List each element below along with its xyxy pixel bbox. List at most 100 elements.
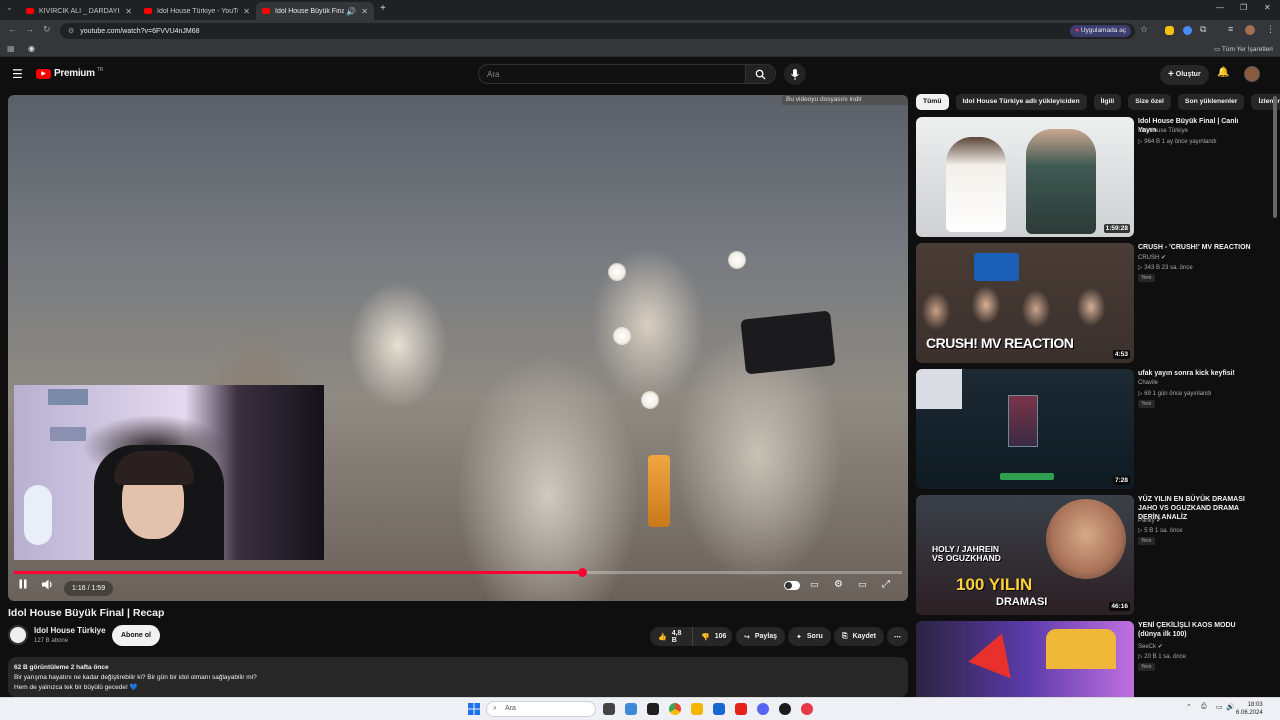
ask-button[interactable]: ✦ Soru	[788, 627, 831, 646]
description-box[interactable]: 62 B görüntüleme 2 hafta önce Bir yarışm…	[8, 657, 908, 697]
bookmark-globe-icon[interactable]: ◉	[28, 44, 35, 53]
recommendation-title[interactable]: YENİ ÇEKİLİŞLİ KAOS MODU (dünya ilk 100)	[1138, 621, 1256, 639]
minimize-icon[interactable]: —	[1216, 3, 1224, 12]
youtube-favicon-icon	[144, 8, 152, 14]
forward-icon[interactable]: →	[25, 24, 34, 34]
recommendation-item[interactable]: HOLY / JAHREIN VS OGUZKHAND 100 YILIN DR…	[916, 495, 1256, 615]
video-thumbnail[interactable]: CRUSH! MV REACTION 4:53	[916, 243, 1134, 363]
file-explorer-icon[interactable]	[691, 703, 703, 715]
save-button[interactable]: ⎘ Kaydet	[834, 627, 884, 646]
search-button[interactable]	[746, 64, 776, 84]
apps-grid-icon[interactable]: ▦	[7, 44, 15, 53]
terminal-app-icon[interactable]	[647, 703, 659, 715]
progress-scrubber-handle[interactable]	[578, 568, 588, 577]
progress-bar[interactable]	[14, 568, 902, 577]
tray-chevron-icon[interactable]: ⌃	[1186, 703, 1192, 711]
chrome-app-icon[interactable]	[669, 703, 681, 715]
extension-icon[interactable]	[1183, 26, 1192, 35]
notifications-bell-icon[interactable]: 🔔	[1217, 67, 1229, 78]
browser-tab-3-active[interactable]: Idol House Büyük Final | Re 🔊 ✕	[256, 2, 374, 20]
recommendation-title[interactable]: CRUSH - 'CRUSH!' MV REACTION	[1138, 243, 1256, 252]
mute-button[interactable]	[42, 579, 54, 593]
browser-menu-icon[interactable]: ⋮	[1266, 24, 1275, 35]
recommendation-item[interactable]: 1:59:28 Idol House Büyük Final | Canlı Y…	[916, 117, 1256, 237]
youtube-premium-logo[interactable]: ▶ Premium TR	[36, 67, 103, 79]
maximize-icon[interactable]: ❐	[1240, 3, 1247, 12]
browser-tab-1[interactable]: KIVIRCIK ALİ _ DARDAYIM & Şİ ✕	[20, 2, 138, 20]
recommendation-title[interactable]: ufak yayın sonra kick keyfisi!	[1138, 369, 1256, 378]
subtitles-icon[interactable]: ▭	[810, 579, 819, 590]
bookmark-star-icon[interactable]: ☆	[1140, 24, 1148, 35]
chip-recently-uploaded[interactable]: Son yüklenenler	[1177, 94, 1245, 110]
app-icon[interactable]	[801, 703, 813, 715]
settings-gear-icon[interactable]: ⚙	[834, 579, 843, 590]
app-icon[interactable]	[779, 703, 791, 715]
account-avatar[interactable]	[1244, 66, 1260, 82]
open-in-app-button[interactable]: ● Uygulamada aç	[1070, 25, 1131, 37]
youtube-app-icon[interactable]	[735, 703, 747, 715]
site-info-icon[interactable]: ⚙	[68, 27, 74, 35]
tray-mic-icon[interactable]: ⎙	[1201, 703, 1207, 711]
speaker-icon[interactable]: 🔊	[346, 7, 356, 16]
reload-icon[interactable]: ↻	[43, 24, 51, 35]
subscribe-button[interactable]: Abone ol	[112, 625, 160, 646]
address-bar[interactable]: ⚙ youtube.com/watch?v=6FVVU4nJM68 ● Uygu…	[60, 23, 1135, 39]
create-button[interactable]: + Oluştur	[1160, 65, 1209, 85]
browser-tab-2[interactable]: Idol House Türkiye - YouTube ✕	[138, 2, 256, 20]
widgets-icon[interactable]	[625, 703, 637, 715]
video-thumbnail[interactable]: 7:28	[916, 369, 1134, 489]
close-tab-icon[interactable]: ✕	[243, 7, 250, 16]
tab-search-icon[interactable]: ⌄	[6, 3, 13, 12]
network-icon[interactable]: ▭	[1216, 703, 1223, 711]
channel-avatar[interactable]	[8, 625, 28, 645]
close-window-icon[interactable]: ✕	[1264, 3, 1271, 12]
taskbar-search-input[interactable]: ⌕ Ara	[486, 701, 596, 717]
chip-related[interactable]: İlgili	[1093, 94, 1122, 110]
pause-button[interactable]	[18, 579, 28, 592]
hamburger-menu-icon[interactable]: ☰	[12, 67, 23, 81]
task-view-icon[interactable]	[603, 703, 615, 715]
page-scrollbar[interactable]	[1273, 96, 1277, 218]
back-icon[interactable]: ←	[8, 24, 17, 34]
video-thumbnail[interactable]: 1:59:28	[916, 117, 1134, 237]
windows-start-icon[interactable]	[468, 703, 480, 715]
dislike-button[interactable]: 👎 106	[692, 627, 732, 646]
discord-app-icon[interactable]	[757, 703, 769, 715]
extension-icon[interactable]	[1165, 26, 1174, 35]
video-thumbnail[interactable]	[916, 621, 1134, 697]
media-controls-icon[interactable]: ≡	[1228, 24, 1233, 34]
more-actions-button[interactable]: ⋯	[887, 627, 908, 646]
recommendation-item[interactable]: 7:28 ufak yayın sonra kick keyfisi! Chav…	[916, 369, 1256, 489]
recommendation-channel[interactable]: Panky ✔	[1138, 517, 1161, 524]
extensions-puzzle-icon[interactable]: ⧉	[1200, 24, 1206, 35]
video-thumbnail[interactable]: HOLY / JAHREIN VS OGUZKHAND 100 YILIN DR…	[916, 495, 1134, 615]
chip-from-uploader[interactable]: Idol House Türkiye adlı yükleyiciden	[955, 94, 1087, 110]
channel-name[interactable]: Idol House Türkiye	[34, 626, 106, 635]
share-button[interactable]: ↪ Paylaş	[736, 627, 786, 646]
all-bookmarks-button[interactable]: ▭ Tüm Yer İşaretleri	[1214, 45, 1273, 53]
profile-avatar[interactable]	[1245, 25, 1255, 35]
fullscreen-icon[interactable]: ⤢	[882, 579, 890, 590]
new-badge: Yeni	[1138, 663, 1155, 671]
recommendation-channel[interactable]: SeeCk ✔	[1138, 643, 1163, 650]
like-button[interactable]: 👍 4,8 B	[650, 627, 692, 646]
chip-all[interactable]: Tümü	[916, 94, 949, 110]
store-app-icon[interactable]	[713, 703, 725, 715]
chip-for-you[interactable]: Size özel	[1128, 94, 1171, 110]
theater-mode-icon[interactable]: ▭	[858, 579, 867, 590]
voice-search-button[interactable]	[784, 63, 806, 85]
recommendation-channel[interactable]: Chavile	[1138, 380, 1158, 386]
video-player[interactable]: Bu videoyu dosyasını indir 1:16 / 1:59 ▭…	[8, 95, 908, 601]
recommendation-channel[interactable]: CRUSH ✔	[1138, 254, 1166, 261]
recommendation-channel[interactable]: Idol House Türkiye	[1138, 128, 1188, 134]
new-tab-icon[interactable]: +	[380, 3, 386, 14]
download-video-prompt[interactable]: Bu videoyu dosyasını indir	[782, 95, 908, 105]
speaker-tray-icon[interactable]: 🔊	[1226, 703, 1235, 711]
recommendation-item[interactable]: YENİ ÇEKİLİŞLİ KAOS MODU (dünya ilk 100)…	[916, 621, 1256, 697]
autoplay-toggle[interactable]	[784, 581, 800, 590]
close-tab-icon[interactable]: ✕	[125, 7, 132, 16]
recommendation-item[interactable]: CRUSH! MV REACTION 4:53 CRUSH - 'CRUSH!'…	[916, 243, 1256, 363]
close-tab-icon[interactable]: ✕	[361, 7, 368, 16]
search-input[interactable]: Ara	[478, 64, 746, 84]
system-clock[interactable]: 18:03 6.06.2024	[1236, 701, 1263, 717]
